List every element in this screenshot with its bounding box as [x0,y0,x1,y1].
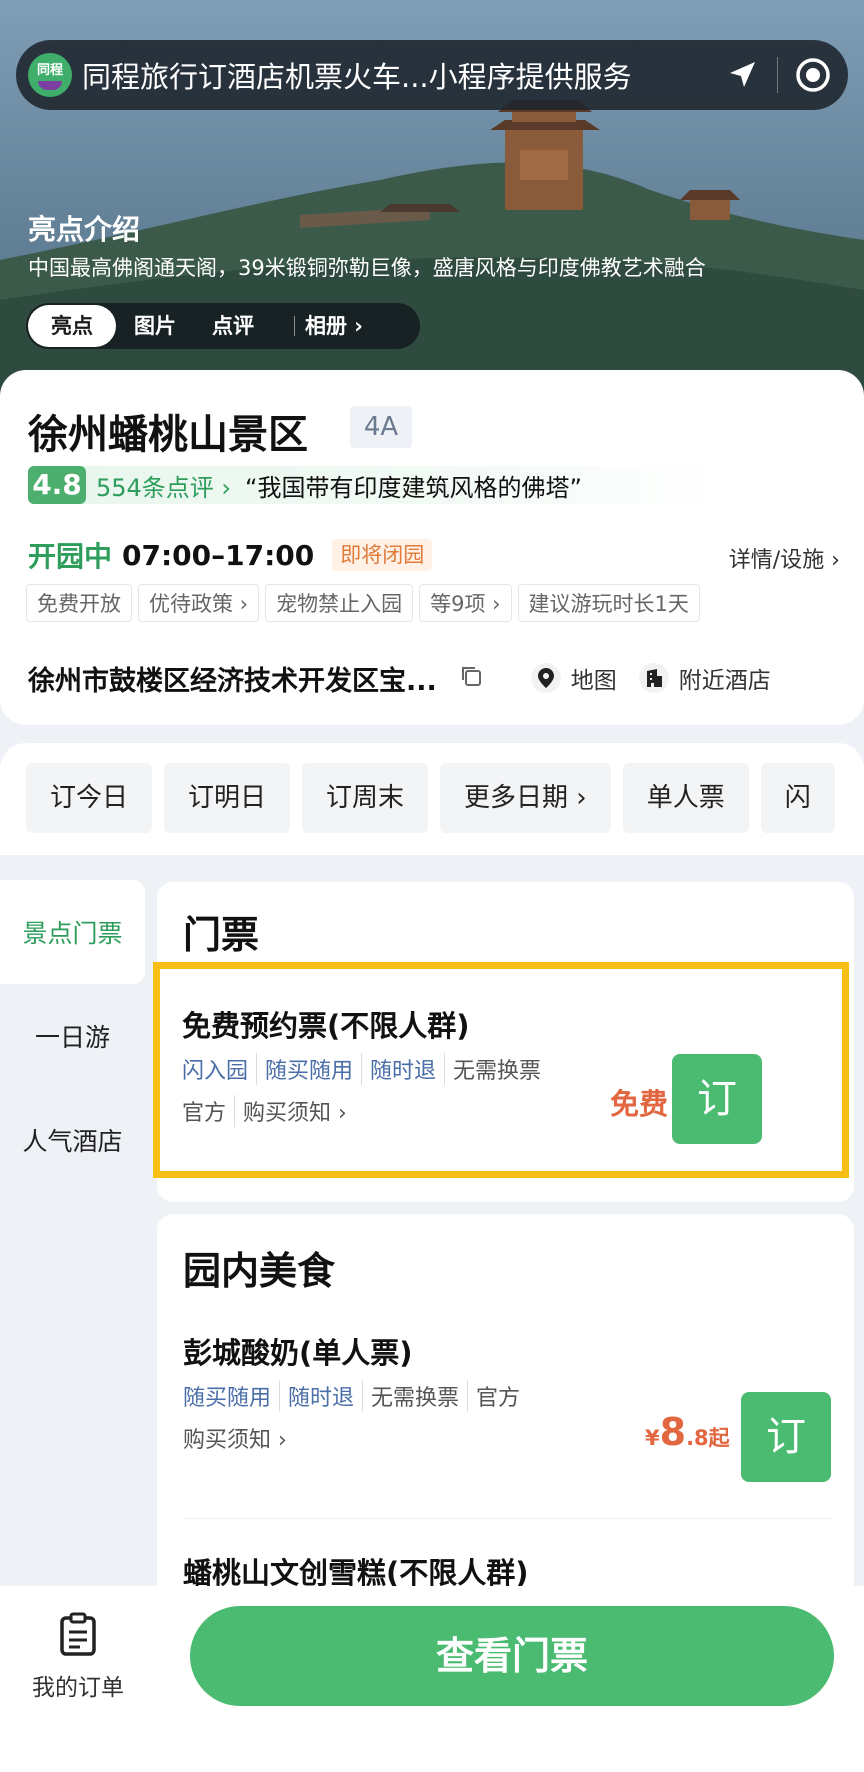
tickets-card: 门票 免费预约票(不限人群) 闪入园 随买随用 随时退 无需换票 官方 购买须知… [153,882,854,1202]
tag-use-anytime: 随买随用 [265,1053,363,1085]
price-symbol: ¥ [645,1426,660,1450]
record-icon[interactable] [778,40,848,110]
rating-score: 4.8 [28,466,86,504]
chip-book-tomorrow[interactable]: 订明日 [164,763,291,833]
scenic-info-card: 徐州蟠桃山景区 4A 4.8 554条点评 › “我国带有印度建筑风格的佛塔” … [0,370,864,725]
ticket-item-free[interactable]: 免费预约票(不限人群) 闪入园 随买随用 随时退 无需换票 官方 购买须知 › … [153,962,849,1178]
food-section-title: 园内美食 [183,1249,336,1293]
reviews-link[interactable]: 554条点评 › [96,468,231,503]
my-orders-label: 我的订单 [32,1675,124,1701]
location-arrow-icon[interactable] [707,40,777,110]
my-orders-button[interactable]: 我的订单 [28,1612,128,1702]
view-tickets-button[interactable]: 查看门票 [190,1606,834,1706]
rating-row[interactable]: 4.8 554条点评 › “我国带有印度建筑风格的佛塔” [28,466,728,504]
tab-highlight[interactable]: 亮点 [28,305,116,347]
price-decimal: .8起 [686,1426,730,1450]
tag-no-pets[interactable]: 宠物禁止入园 [265,584,414,622]
mini-program-capsule[interactable]: 同程 同程旅行订酒店机票火车...小程序提供服务 [16,40,848,110]
map-pin-icon [530,663,561,693]
address-row: 徐州市鼓楼区经济技术开发区宝... 地图 附近酒店 [28,658,838,698]
tag-no-exchange: 无需换票 [453,1059,542,1084]
hotel-building-icon [638,663,669,693]
tab-separator [294,316,295,336]
clipboard-icon [60,1612,96,1656]
tag-free-entry: 免费开放 [26,584,132,622]
tag-use-anytime: 随买随用 [183,1380,281,1412]
chip-book-weekend[interactable]: 订周末 [302,763,429,833]
chip-single-ticket[interactable]: 单人票 [622,763,749,833]
sidebar-item-day-tour[interactable]: 一日游 [0,984,145,1088]
ticket-tags-row2: 官方 购买须知 › [182,1095,363,1127]
nearby-hotel-label: 附近酒店 [678,668,771,694]
chip-book-today[interactable]: 订今日 [26,763,153,833]
food-item-tags: 随买随用 随时退 无需换票 官方 [183,1380,536,1412]
tag-official: 官方 [182,1095,236,1127]
scenic-name: 徐州蟠桃山景区 [28,412,308,458]
purchase-notice-link[interactable]: 购买须知 › [183,1422,295,1454]
tag-no-exchange: 无需换票 [371,1380,469,1412]
opening-hours: 07:00–17:00 [122,538,315,572]
details-facilities-link[interactable]: 详情/设施 › [729,542,840,574]
nearby-hotel-link[interactable]: 附近酒店 [638,661,771,695]
review-quote: “我国带有印度建筑风格的佛塔” [245,473,582,502]
grade-badge: 4A [350,406,412,448]
tab-album[interactable]: 相册 › [301,303,381,349]
highlight-title: 亮点介绍 [28,213,141,246]
address-text[interactable]: 徐州市鼓楼区经济技术开发区宝... [28,659,437,698]
food-card: 园内美食 彭城酸奶(单人票) 随买随用 随时退 无需换票 官方 购买须知 › ¥… [157,1214,854,1614]
food-item-price: ¥8.8起 [645,1410,730,1454]
media-tabs: 亮点 图片 点评 相册 › [26,303,420,349]
chip-more-dates[interactable]: 更多日期 › [440,763,611,833]
highlight-description: 中国最高佛阁通天阁，39米锻铜弥勒巨像，盛唐风格与印度佛教艺术融合 [28,256,706,280]
tag-official: 官方 [476,1386,521,1411]
tag-flash-entry: 闪入园 [182,1053,258,1085]
logo-mark [38,81,62,90]
bottom-action-bar: 我的订单 查看门票 [0,1586,864,1772]
tongcheng-logo: 同程 [28,53,72,97]
food-item-name[interactable]: 彭城酸奶(单人票) [183,1330,413,1372]
copy-icon[interactable] [459,664,483,692]
purchase-notice-link[interactable]: 购买须知 › [243,1095,355,1127]
ticket-price: 免费 [610,1087,669,1121]
date-filter-bar: 订今日 订明日 订周末 更多日期 › 单人票 闪 [0,743,864,855]
sidebar-item-tickets[interactable]: 景点门票 [0,880,145,984]
tag-suggested-duration: 建议游玩时长1天 [517,584,700,622]
tickets-section-title: 门票 [183,913,260,957]
tag-refund-anytime: 随时退 [288,1380,364,1412]
map-label: 地图 [570,668,617,694]
item-divider [183,1518,831,1519]
chip-flash[interactable]: 闪 [760,763,835,833]
book-button[interactable]: 订 [672,1054,762,1144]
logo-text: 同程 [36,63,63,78]
ticket-tags: 闪入园 随买随用 随时退 无需换票 [182,1053,557,1085]
opening-row: 开园中 07:00–17:00 即将闭园 [28,538,433,573]
product-list: 门票 免费预约票(不限人群) 闪入园 随买随用 随时退 无需换票 官方 购买须知… [153,882,854,1614]
price-integer: 8 [659,1410,687,1454]
book-button[interactable]: 订 [741,1392,831,1482]
category-sidebar: 景点门票 一日游 人气酒店 [0,880,145,1192]
tag-preferential-policy[interactable]: 优待政策 › [138,584,260,622]
tab-reviews[interactable]: 点评 [194,303,272,349]
mini-program-title[interactable]: 同程旅行订酒店机票火车...小程序提供服务 [82,54,707,96]
map-link[interactable]: 地图 [530,661,617,695]
tab-pictures[interactable]: 图片 [116,303,194,349]
sidebar-item-hotels[interactable]: 人气酒店 [0,1088,145,1192]
tag-refund-anytime: 随时退 [370,1053,446,1085]
tag-more-items[interactable]: 等9项 › [419,584,512,622]
hero-banner[interactable]: 同程 同程旅行订酒店机票火车...小程序提供服务 亮点介绍 中国最高佛阁通天阁，… [0,0,864,400]
food-item-tags-row2: 购买须知 › [183,1422,303,1454]
ticket-name: 免费预约票(不限人群) [182,1009,470,1043]
open-status: 开园中 [28,540,113,573]
closing-soon-badge: 即将闭园 [332,539,433,571]
policy-tags: 免费开放 优待政策 › 宠物禁止入园 等9项 › 建议游玩时长1天 [26,584,706,622]
